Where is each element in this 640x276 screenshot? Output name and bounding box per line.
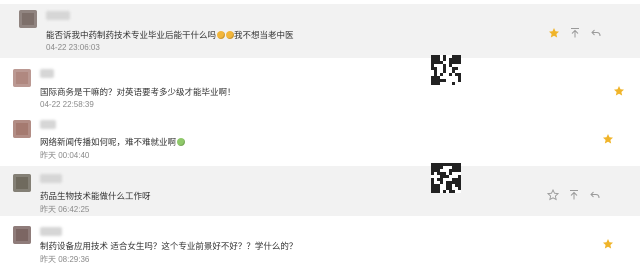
message-row-3[interactable]: 网络新闻传播如何呢，难不难就业啊 昨天 00:04:40 [0, 112, 640, 160]
message-text: 国际商务是干嘛的？对英语要考多少级才能毕业啊！ [40, 87, 236, 97]
username-redacted [40, 174, 62, 183]
message-text-part: 网络新闻传播如何呢，难不难就业啊 [40, 137, 177, 147]
star-icon[interactable] [601, 237, 615, 251]
reply-icon[interactable] [589, 26, 603, 40]
qr-code-image [431, 55, 461, 85]
message-text: 网络新闻传播如何呢，难不难就业啊 [40, 136, 185, 148]
message-text: 药品生物技术能做什么工作呀 [40, 191, 151, 201]
star-icon[interactable] [601, 132, 615, 146]
pin-top-icon[interactable] [568, 26, 582, 40]
username-redacted [40, 120, 56, 129]
message-time: 昨天 00:04:40 [40, 151, 90, 160]
message-row-5[interactable]: 制药设备应用技术 适合女生吗？这个专业前景好不好？？学什么的？ 昨天 08:29… [0, 222, 640, 274]
reply-icon[interactable] [588, 188, 602, 202]
avatar[interactable] [13, 69, 31, 87]
emoji-face-icon [225, 31, 234, 39]
star-icon[interactable] [612, 84, 626, 98]
message-text: 制药设备应用技术 适合女生吗？这个专业前景好不好？？学什么的？ [40, 241, 298, 251]
message-text: 能否诉我中药制药技术专业毕业后能干什么吗 我不想当老中医 [46, 29, 294, 41]
avatar[interactable] [19, 10, 37, 28]
username-redacted [40, 69, 54, 78]
avatar[interactable] [13, 226, 31, 244]
emoji-face-icon [176, 138, 185, 146]
message-time: 昨天 08:29:36 [40, 255, 90, 264]
message-time: 04-22 23:06:03 [46, 43, 100, 52]
emoji-face-icon [216, 31, 225, 39]
star-icon[interactable] [547, 26, 561, 40]
avatar[interactable] [13, 174, 31, 192]
star-icon[interactable] [546, 188, 560, 202]
message-row-2[interactable]: 国际商务是干嘛的？对英语要考多少级才能毕业啊！ 04-22 22:58:39 [0, 55, 640, 110]
message-time: 04-22 22:58:39 [40, 100, 94, 109]
message-text-part: 我不想当老中医 [234, 30, 294, 40]
username-redacted [40, 227, 62, 236]
message-time: 昨天 06:42:25 [40, 205, 90, 214]
message-text-part: 能否诉我中药制药技术专业毕业后能干什么吗 [46, 30, 217, 40]
pin-top-icon[interactable] [567, 188, 581, 202]
username-redacted [46, 11, 70, 20]
message-row-1[interactable]: 能否诉我中药制药技术专业毕业后能干什么吗 我不想当老中医 04-22 23:06:… [0, 4, 640, 58]
avatar[interactable] [13, 120, 31, 138]
message-list: 能否诉我中药制药技术专业毕业后能干什么吗 我不想当老中医 04-22 23:06:… [0, 0, 640, 276]
message-row-4[interactable]: 药品生物技术能做什么工作呀 昨天 06:42:25 [0, 163, 640, 216]
qr-code-image [431, 163, 461, 193]
